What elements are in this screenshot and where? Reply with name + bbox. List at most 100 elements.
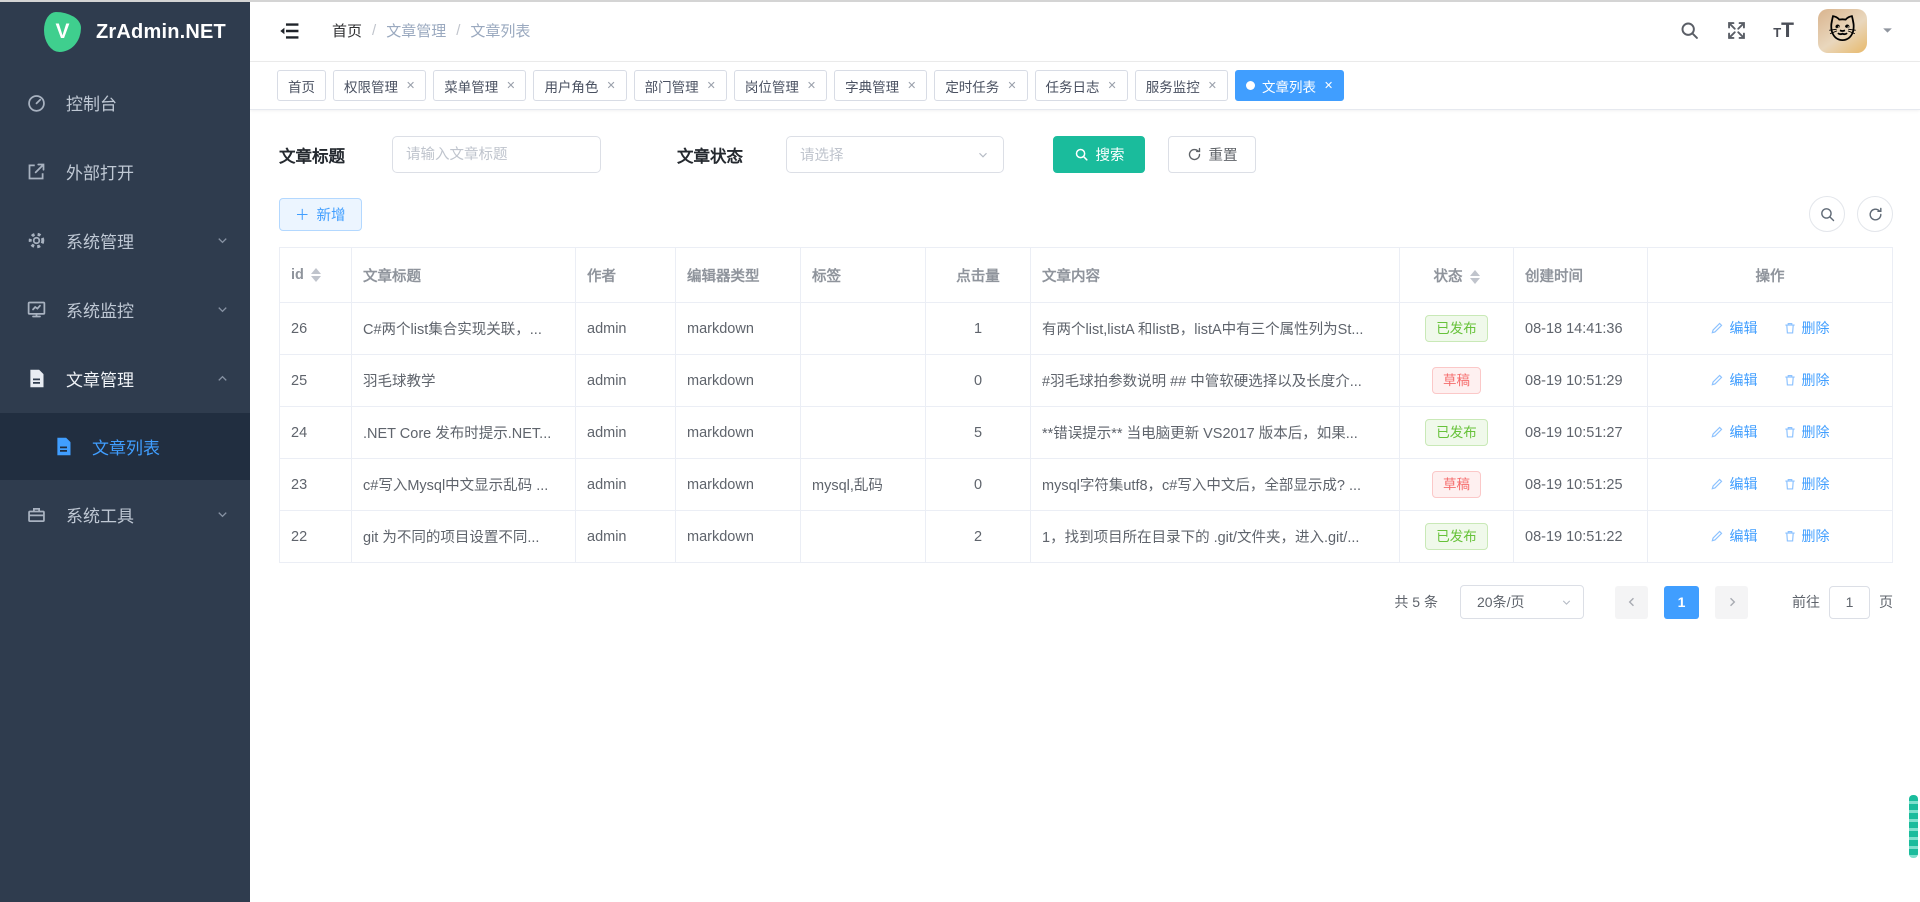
search-button[interactable]: 搜索 [1053,136,1145,173]
document-icon [53,436,74,457]
close-icon[interactable]: ✕ [807,79,816,92]
edit-button[interactable]: 编辑 [1710,370,1757,390]
table-toolbar: ＋ 新增 [279,196,1893,232]
column-header-status[interactable]: 状态 [1400,248,1514,303]
trash-icon [1783,425,1797,439]
sidebar-item-label: 系统管理 [66,228,134,253]
app-title: ZrAdmin.NET [96,21,226,44]
close-icon[interactable]: ✕ [1108,79,1117,92]
pagination: 共 5 条 20条/页 1 前往 页 [279,584,1893,620]
delete-button[interactable]: 删除 [1783,422,1830,442]
external-link-icon [26,161,47,182]
sidebar-item-article-list[interactable]: 文章列表 [0,413,250,480]
breadcrumb-article-management[interactable]: 文章管理 [386,20,446,41]
pencil-icon [1710,425,1724,439]
add-button[interactable]: ＋ 新增 [279,198,362,231]
delete-button[interactable]: 删除 [1783,474,1830,494]
tab-post[interactable]: 岗位管理✕ [734,70,827,101]
topbar-actions: TT 🐱 [1653,9,1894,53]
trash-icon [1783,373,1797,387]
tab-scheduled-task[interactable]: 定时任务✕ [934,70,1027,101]
close-icon[interactable]: ✕ [506,79,515,92]
logo-icon: V [44,12,81,52]
dashboard-icon [26,92,47,113]
sidebar-item-external-open[interactable]: 外部打开 [0,137,250,206]
sidebar-item-system-monitor[interactable]: 系统监控 [0,275,250,344]
tab-dictionary[interactable]: 字典管理✕ [834,70,927,101]
sort-icon[interactable] [1470,270,1480,284]
column-header-editor-type: 编辑器类型 [676,248,801,303]
close-icon[interactable]: ✕ [406,79,415,92]
article-status-select[interactable]: 请选择 [786,136,1004,173]
tab-menu[interactable]: 菜单管理✕ [433,70,526,101]
close-icon[interactable]: ✕ [1324,79,1333,92]
delete-button[interactable]: 删除 [1783,370,1830,390]
tab-department[interactable]: 部门管理✕ [634,70,727,101]
tab-article-list[interactable]: 文章列表✕ [1235,70,1344,101]
column-header-id[interactable]: id [280,248,352,303]
caret-down-icon[interactable] [1881,24,1894,37]
sidebar-item-dashboard[interactable]: 控制台 [0,68,250,137]
article-title-label: 文章标题 [279,143,345,167]
status-badge: 草稿 [1432,471,1481,498]
tab-user-role[interactable]: 用户角色✕ [533,70,626,101]
pencil-icon [1710,373,1724,387]
tab-home[interactable]: 首页 [277,70,326,101]
app-logo[interactable]: V ZrAdmin.NET [0,0,250,64]
column-header-title: 文章标题 [352,248,576,303]
prev-page-button[interactable] [1615,586,1648,619]
page-number-button[interactable]: 1 [1664,586,1699,619]
search-icon [1074,147,1089,162]
trash-icon [1783,321,1797,335]
close-icon[interactable]: ✕ [707,79,716,92]
sidebar-item-article-management[interactable]: 文章管理 [0,344,250,413]
edit-button[interactable]: 编辑 [1710,422,1757,442]
show-search-button[interactable] [1809,196,1845,232]
tab-permission[interactable]: 权限管理✕ [333,70,426,101]
chevron-down-icon [215,233,230,248]
scrollbar-thumb[interactable] [1909,795,1918,858]
edit-button[interactable]: 编辑 [1710,526,1757,546]
tab-task-log[interactable]: 任务日志✕ [1035,70,1128,101]
sidebar-item-label: 控制台 [66,90,117,115]
total-count: 共 5 条 [1394,592,1438,612]
page-size-select[interactable]: 20条/页 [1460,585,1584,619]
tab-service-monitor[interactable]: 服务监控✕ [1135,70,1228,101]
sidebar-item-system-tools[interactable]: 系统工具 [0,480,250,549]
goto-page-input[interactable] [1829,586,1870,619]
column-header-tags: 标签 [801,248,926,303]
sidebar-item-system-management[interactable]: 系统管理 [0,206,250,275]
delete-button[interactable]: 删除 [1783,526,1830,546]
close-icon[interactable]: ✕ [1007,79,1016,92]
fullscreen-icon[interactable] [1726,20,1747,41]
column-header-created: 创建时间 [1514,248,1648,303]
breadcrumb-home[interactable]: 首页 [332,20,362,41]
delete-button[interactable]: 删除 [1783,318,1830,338]
font-size-icon[interactable]: TT [1773,20,1794,41]
table-header-row: id 文章标题 作者 编辑器类型 标签 点击量 文章内容 状态 创建时间 操作 [280,248,1893,303]
goto-label: 前往 [1792,592,1820,612]
close-icon[interactable]: ✕ [1208,79,1217,92]
menu-fold-button[interactable] [277,20,301,42]
main-area: 首页 / 文章管理 / 文章列表 TT 🐱 首页 权限管理✕ 菜单管理 [250,0,1920,620]
close-icon[interactable]: ✕ [907,79,916,92]
chevron-down-icon [1560,596,1573,609]
sort-icon[interactable] [311,268,321,282]
reset-button[interactable]: 重置 [1168,136,1256,173]
refresh-button[interactable] [1857,196,1893,232]
next-page-button[interactable] [1715,586,1748,619]
edit-button[interactable]: 编辑 [1710,318,1757,338]
breadcrumb-separator: / [372,22,376,39]
avatar[interactable]: 🐱 [1818,9,1867,53]
tags-view-bar: 首页 权限管理✕ 菜单管理✕ 用户角色✕ 部门管理✕ 岗位管理✕ 字典管理✕ 定… [250,62,1920,110]
search-icon[interactable] [1679,20,1700,41]
refresh-icon [1187,147,1202,162]
breadcrumb-separator: / [456,22,460,39]
close-icon[interactable]: ✕ [606,79,615,92]
edit-button[interactable]: 编辑 [1710,474,1757,494]
article-title-input[interactable] [392,136,601,173]
article-status-label: 文章状态 [677,143,743,167]
breadcrumb-article-list[interactable]: 文章列表 [470,20,530,41]
pencil-icon [1710,321,1724,335]
chevron-up-icon [215,371,230,386]
